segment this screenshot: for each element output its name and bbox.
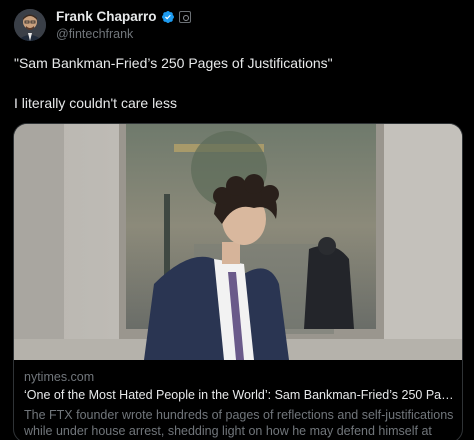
avatar-photo — [14, 8, 46, 41]
link-preview-card[interactable]: nytimes.com ‘One of the Most Hated Peopl… — [13, 123, 463, 440]
card-description: The FTX founder wrote hundreds of pages … — [24, 408, 454, 438]
card-domain: nytimes.com — [24, 370, 95, 384]
tweet-text-line-2: I literally couldn't care less — [14, 95, 177, 111]
avatar[interactable] — [14, 8, 46, 41]
author-name[interactable]: Frank Chaparro — [56, 9, 157, 24]
verified-badge-icon — [161, 10, 174, 23]
tweet-header: Frank Chaparro @fintechfrank — [14, 8, 191, 41]
card-title[interactable]: ‘One of the Most Hated People in the Wor… — [24, 388, 456, 404]
tweet-text-line-1: "Sam Bankman-Fried’s 250 Pages of Justif… — [14, 55, 333, 71]
affiliate-badge-icon — [178, 10, 191, 23]
article-photo[interactable] — [14, 124, 463, 360]
author-handle[interactable]: @fintechfrank — [56, 27, 191, 41]
